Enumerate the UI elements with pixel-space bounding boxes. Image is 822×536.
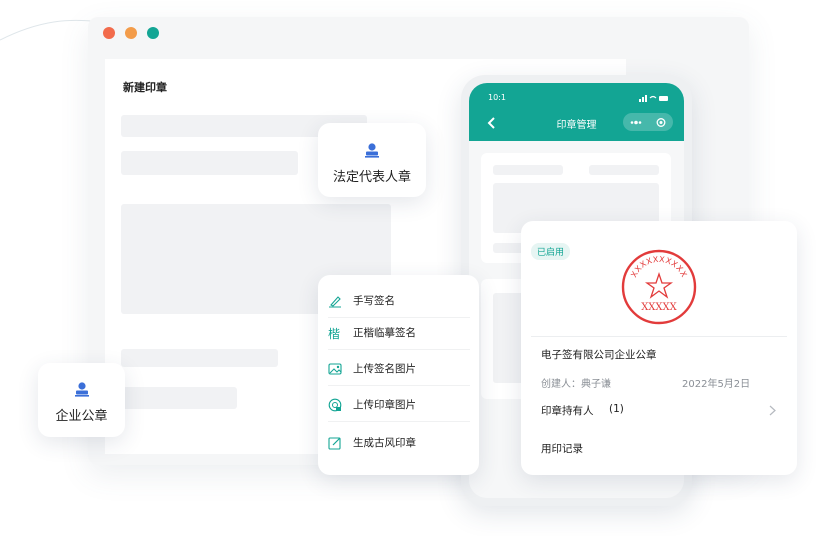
placeholder-bar	[121, 349, 278, 367]
company-seal-card[interactable]: 企业公章	[38, 363, 125, 437]
company-seal-image: XXXXXXXXXX XXXXX	[621, 249, 697, 325]
legal-representative-seal-card[interactable]: 法定代表人章	[318, 123, 426, 197]
placeholder-bar	[589, 165, 659, 175]
edit-box-icon	[328, 437, 341, 450]
placeholder-bar	[121, 387, 237, 409]
status-time: 10:1	[488, 93, 506, 102]
seal-detail-card: 已启用 XXXXXXXXXX XXXXX 电子签有限公司企业公章 创建人：典子谦…	[521, 221, 797, 475]
more-dots-icon	[630, 118, 666, 127]
legal-seal-label: 法定代表人章	[332, 170, 411, 185]
window-close-dot[interactable]	[103, 27, 115, 39]
status-badge: 已启用	[531, 243, 571, 260]
mini-program-capsule[interactable]	[623, 113, 673, 131]
pen-icon	[329, 296, 341, 308]
company-seal-name: 电子签有限公司企业公章	[541, 349, 657, 361]
image-upload-icon	[328, 363, 342, 375]
usage-record-link[interactable]: 用印记录	[541, 441, 583, 456]
divider	[531, 336, 787, 337]
holders-label: 印章持有人	[541, 405, 594, 417]
menu-item-upload-seal[interactable]: 上传印章图片	[328, 389, 470, 422]
placeholder-bar	[493, 165, 563, 175]
svg-text:XXXXX: XXXXX	[641, 302, 677, 313]
menu-item-calligraphy[interactable]: 楷 正楷临摹签名	[328, 317, 470, 350]
seal-upload-icon	[328, 398, 342, 412]
calligraphy-icon: 楷	[328, 326, 340, 340]
created-date: 2022年5月2日	[682, 379, 751, 390]
signature-method-menu: 手写签名 楷 正楷临摹签名 上传签名图片 上传印章图片 生成古风印章	[318, 275, 479, 475]
window-maximize-dot[interactable]	[147, 27, 159, 39]
creator-text: 创建人：典子谦	[541, 379, 611, 390]
menu-item-label: 上传签名图片	[353, 363, 416, 375]
window-minimize-dot[interactable]	[125, 27, 137, 39]
company-seal-label: 企业公章	[55, 409, 108, 424]
placeholder-bar	[121, 151, 298, 175]
status-icons	[639, 95, 668, 102]
person-seal-icon	[365, 143, 379, 158]
page-title: 新建印章	[123, 81, 167, 94]
svg-text:楷: 楷	[328, 326, 340, 340]
chevron-right-icon	[769, 405, 776, 416]
menu-item-generate-seal[interactable]: 生成古风印章	[328, 427, 470, 459]
menu-item-label: 手写签名	[353, 295, 395, 307]
menu-item-handwritten[interactable]: 手写签名	[328, 285, 470, 318]
menu-item-upload-signature[interactable]: 上传签名图片	[328, 353, 470, 386]
phone-header: 10:1 印章管理	[469, 83, 684, 141]
menu-item-label: 生成古风印章	[353, 437, 416, 449]
seal-holders-row[interactable]: 印章持有人 (1)	[531, 393, 787, 427]
menu-item-label: 正楷临摹签名	[353, 327, 416, 339]
menu-item-label: 上传印章图片	[353, 399, 416, 411]
holders-count: (1)	[609, 403, 624, 415]
person-seal-icon	[75, 382, 89, 397]
